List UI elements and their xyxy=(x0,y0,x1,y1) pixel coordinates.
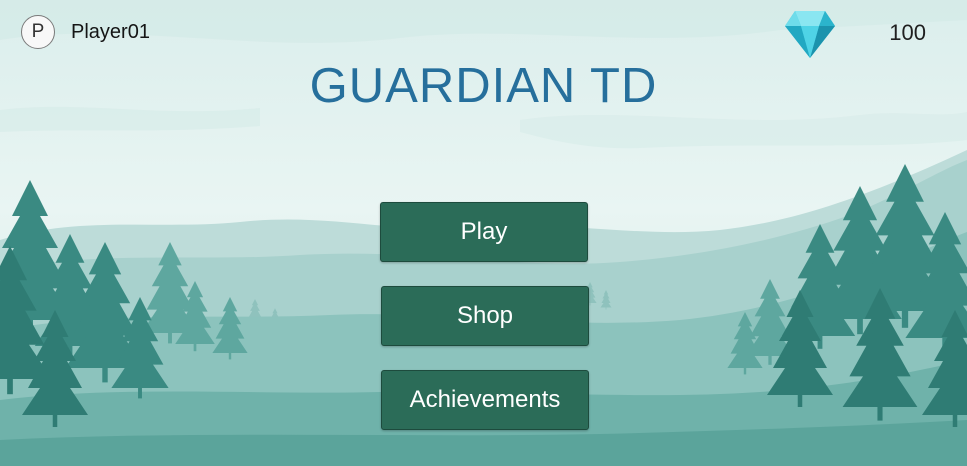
diamond-gem-icon xyxy=(785,11,835,58)
main-menu-screen: P Player01 100 GUARDIAN TD Play Shop Ach… xyxy=(0,0,967,466)
avatar-letter: P xyxy=(31,21,45,42)
game-title: GUARDIAN TD xyxy=(309,59,658,113)
shop-button[interactable]: Shop xyxy=(381,286,589,346)
gem-count: 100 xyxy=(889,20,926,45)
play-button[interactable]: Play xyxy=(380,202,588,262)
player-avatar[interactable]: P xyxy=(21,15,55,49)
play-button-label: Play xyxy=(460,218,508,245)
player-name: Player01 xyxy=(71,21,150,43)
achievements-button-label: Achievements xyxy=(409,386,561,413)
achievements-button[interactable]: Achievements xyxy=(381,370,589,430)
shop-button-label: Shop xyxy=(456,302,514,329)
